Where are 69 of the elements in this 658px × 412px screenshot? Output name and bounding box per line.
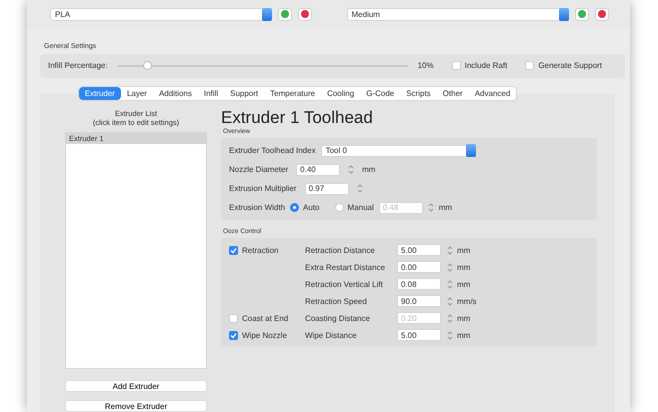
number-field[interactable]: 90.0 — [397, 295, 441, 307]
number-field[interactable]: 0.40 — [296, 164, 340, 176]
tab[interactable]: Temperature — [264, 87, 322, 100]
field-label: Nozzle Diameter — [229, 165, 288, 174]
field-label: Retraction Speed — [305, 296, 368, 306]
profile-dropdown[interactable]: PLA — [50, 8, 272, 21]
stepper-icon[interactable] — [447, 312, 453, 324]
unit-label: mm/s — [457, 296, 478, 306]
remove-button[interactable] — [298, 8, 312, 21]
field-label: Wipe Distance — [305, 330, 358, 340]
checkbox[interactable] — [452, 61, 461, 70]
remove-button[interactable] — [594, 8, 608, 21]
checkbox-label: Include Raft — [464, 61, 508, 70]
field-label: Extrusion Width — [229, 203, 286, 212]
add-button[interactable] — [278, 8, 292, 21]
stepper-icon[interactable] — [447, 278, 453, 290]
infill-label: Infill Percentage: — [48, 61, 108, 70]
unit-label: mm — [457, 330, 472, 340]
number-field[interactable]: 0.08 — [397, 278, 441, 290]
tab[interactable]: Layer — [120, 87, 153, 100]
unit-label: mm — [457, 280, 472, 288]
field-label: Retraction Distance — [305, 246, 376, 254]
field-label: Coasting Distance — [305, 314, 371, 322]
tab[interactable]: Other — [436, 87, 469, 100]
radio-label: Manual — [348, 203, 374, 212]
toolhead-dropdown[interactable]: Tool 0 — [320, 144, 476, 156]
stepper-icon[interactable] — [428, 202, 434, 213]
checkbox-label: Wipe Nozzle — [242, 330, 287, 340]
unit-label: mm — [457, 246, 472, 254]
tab[interactable]: Infill — [198, 87, 224, 100]
checkbox-label: Coast at End — [242, 314, 288, 322]
stepper-icon[interactable] — [356, 183, 363, 194]
checkbox[interactable] — [229, 246, 238, 254]
field-label: Retraction Vertical Lift — [305, 280, 384, 288]
tab[interactable]: G-Code — [360, 87, 400, 100]
checkbox-label: Generate Support — [538, 61, 602, 70]
unit-label: mm — [457, 314, 472, 322]
number-field[interactable]: 0.97 — [304, 182, 349, 194]
field-label: Extrusion Multiplier — [229, 184, 297, 193]
checkbox[interactable] — [525, 61, 534, 70]
unit-label: mm — [457, 262, 472, 272]
number-field[interactable]: 5.00 — [397, 329, 441, 341]
editor-title: Extruder 1 Toolhead — [221, 109, 374, 126]
stepper-icon[interactable] — [348, 164, 354, 175]
extruder-button[interactable]: Remove Extruder — [65, 400, 207, 412]
stepper-icon[interactable] — [447, 244, 453, 256]
slider-thumb[interactable] — [142, 60, 152, 70]
unit-label: mm — [362, 165, 376, 174]
tab[interactable]: Scripts — [400, 87, 437, 100]
stepper-icon[interactable] — [447, 296, 453, 306]
stepper-icon[interactable] — [447, 330, 453, 340]
tab[interactable]: Extruder — [78, 87, 121, 100]
tab[interactable]: Support — [224, 87, 264, 100]
number-field[interactable]: 5.00 — [397, 244, 441, 256]
number-field[interactable]: 0.00 — [397, 261, 441, 273]
radio-label: Auto — [303, 203, 320, 212]
stepper-icon[interactable] — [447, 262, 453, 272]
checkbox[interactable] — [229, 330, 238, 340]
field-label: Extruder Toolhead Index — [229, 146, 316, 155]
tab[interactable]: Additions — [152, 87, 198, 100]
extruder-button[interactable]: Add Extruder — [65, 380, 207, 392]
unit-label: mm — [438, 203, 452, 212]
add-button[interactable] — [574, 8, 588, 21]
field-label: Extra Restart Distance — [305, 262, 386, 272]
tab[interactable]: Advanced — [468, 87, 516, 100]
infill-reading: 10% — [418, 61, 434, 70]
checkbox-label: Retraction — [242, 246, 278, 254]
profile-dropdown[interactable]: Medium — [346, 8, 568, 21]
tab[interactable]: Cooling — [321, 87, 360, 100]
